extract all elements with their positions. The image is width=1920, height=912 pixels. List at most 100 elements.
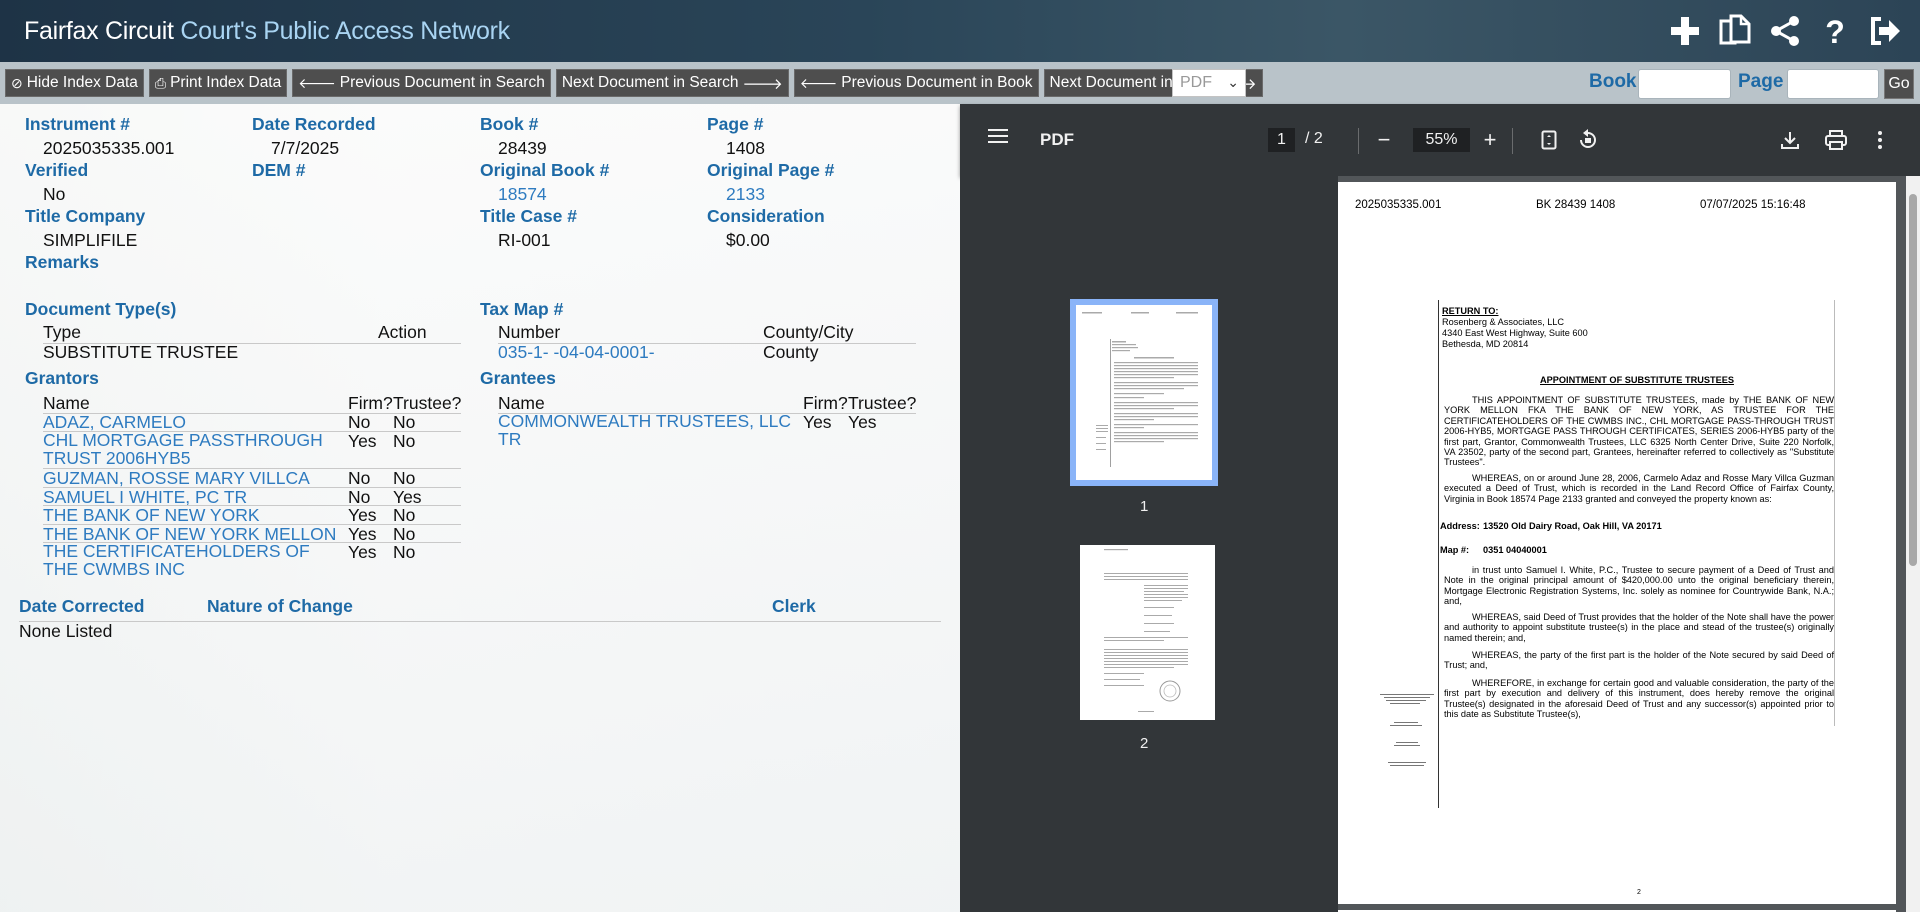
- grantee-trustee: Yes: [848, 412, 877, 432]
- more-options-icon[interactable]: [1866, 126, 1894, 154]
- pdf-scrollbar[interactable]: [1906, 176, 1920, 912]
- book-input[interactable]: [1638, 69, 1731, 99]
- zoom-out-icon[interactable]: −: [1370, 126, 1398, 154]
- pdf-page-area: 2025035335.001 BK 28439 1408 07/07/2025 …: [1338, 176, 1920, 912]
- rotate-icon[interactable]: [1574, 126, 1602, 154]
- grantor-name-link[interactable]: THE BANK OF NEW YORK: [43, 505, 260, 526]
- previous-in-book-button[interactable]: 🡐 Previous Document in Book: [793, 69, 1039, 97]
- book-label: Book: [1589, 71, 1637, 92]
- grantor-trustee: No: [393, 412, 416, 432]
- grantor-firm: No: [348, 468, 371, 488]
- margin-notes: [1380, 694, 1434, 766]
- original-book-label: Original Book #: [480, 160, 610, 180]
- pdf-page: 2025035335.001 BK 28439 1408 07/07/2025 …: [1338, 182, 1896, 904]
- go-button[interactable]: Go: [1884, 69, 1914, 99]
- app-title: Fairfax Circuit Court's Public Access Ne…: [24, 17, 510, 46]
- doc-paragraph: WHEREFORE, in exchange for certain good …: [1444, 678, 1834, 720]
- page-number-input[interactable]: 1: [1268, 128, 1295, 152]
- doc-header-datetime: 07/07/2025 15:16:48: [1700, 199, 1806, 211]
- grantee-firm: Yes: [803, 412, 832, 432]
- page-input[interactable]: [1787, 69, 1879, 99]
- grantee-firm-header: Firm?: [803, 393, 848, 413]
- grantor-trustee-header: Trustee?: [393, 393, 462, 413]
- tax-map-county-header: County/City: [763, 322, 854, 342]
- doc-map-label: Map #:: [1440, 545, 1470, 555]
- page-thumbnail[interactable]: [1080, 545, 1215, 720]
- doc-header-book: BK 28439 1408: [1536, 199, 1616, 211]
- consideration-label: Consideration: [707, 206, 825, 226]
- copy-icon[interactable]: [1712, 8, 1758, 54]
- doc-footer-number: 2: [1637, 889, 1641, 896]
- arrow-right-icon: 🡒: [742, 75, 783, 93]
- doc-return-to: RETURN TO:: [1442, 306, 1499, 316]
- pdf-toolbar: PDF 1 / 2 − 55% +: [960, 104, 1920, 176]
- grantor-firm: Yes: [348, 505, 377, 525]
- menu-icon[interactable]: [988, 128, 1010, 149]
- arrow-left-icon: 🡐: [298, 74, 336, 91]
- verified-value: No: [43, 184, 66, 204]
- download-icon[interactable]: [1776, 126, 1804, 154]
- doc-map: 0351 04040001: [1483, 545, 1547, 555]
- arrow-left-icon: 🡐: [799, 74, 838, 91]
- doc-paragraph: in trust unto Samuel I. White, P.C., Tru…: [1444, 565, 1834, 607]
- book-number-label: Book #: [480, 114, 539, 134]
- verified-label: Verified: [25, 160, 89, 180]
- grantor-trustee: No: [393, 542, 416, 562]
- tax-map-county-value: County: [763, 342, 819, 362]
- next-in-search-button[interactable]: Next Document in Search 🡒: [555, 69, 789, 97]
- grantor-name-link[interactable]: CHL MORTGAGE PASSTHROUGH TRUST 2006HYB5: [43, 431, 343, 467]
- zoom-in-icon[interactable]: +: [1476, 126, 1504, 154]
- grantor-firm: Yes: [348, 431, 377, 451]
- logout-icon[interactable]: [1862, 8, 1908, 54]
- grantees-label: Grantees: [480, 368, 556, 388]
- grantee-name-link[interactable]: COMMONWEALTH TRUSTEES, LLC TR: [498, 412, 798, 448]
- title-case-value: RI-001: [498, 230, 551, 250]
- doc-address-label: Address:: [1440, 521, 1480, 531]
- document-types-label: Document Type(s): [25, 299, 177, 319]
- page-total: / 2: [1305, 130, 1323, 147]
- help-icon[interactable]: ?: [1812, 8, 1858, 54]
- scrollbar-thumb[interactable]: [1909, 194, 1917, 566]
- tax-map-label: Tax Map #: [480, 299, 564, 319]
- grantor-name-link[interactable]: GUZMAN, ROSSE MARY VILLCA: [43, 468, 310, 489]
- doc-paragraph: WHEREAS, said Deed of Trust provides tha…: [1444, 612, 1834, 643]
- remarks-label: Remarks: [25, 252, 99, 272]
- page-number-label: Page #: [707, 114, 764, 134]
- app-title-sub: Court's Public Access Network: [180, 16, 510, 45]
- nature-of-change-header: Nature of Change: [207, 596, 353, 616]
- plus-icon[interactable]: [1662, 8, 1708, 54]
- tax-map-number-header: Number: [498, 322, 561, 342]
- doc-return-line: 4340 East West Highway, Suite 600: [1442, 328, 1588, 338]
- eye-slash-icon: ⊘: [11, 74, 23, 91]
- page-thumbnail[interactable]: [1070, 299, 1218, 486]
- fit-page-icon[interactable]: [1535, 126, 1563, 154]
- page-label: Page: [1738, 71, 1784, 92]
- format-select[interactable]: PDF ⌄: [1172, 69, 1246, 97]
- clerk-header: Clerk: [772, 596, 816, 616]
- previous-in-search-button[interactable]: 🡐 Previous Document in Search: [292, 69, 551, 97]
- hide-index-button[interactable]: ⊘ Hide Index Data: [5, 69, 144, 97]
- share-icon[interactable]: [1762, 8, 1808, 54]
- tax-map-number-link[interactable]: 035-1- -04-04-0001-: [498, 342, 655, 363]
- thumbnail-label: 2: [1140, 735, 1149, 752]
- grantors-label: Grantors: [25, 368, 99, 388]
- original-page-label: Original Page #: [707, 160, 835, 180]
- print-index-button[interactable]: ⎙ Print Index Data: [148, 69, 288, 97]
- doc-paragraph: THIS APPOINTMENT OF SUBSTITUTE TRUSTEES,…: [1444, 395, 1834, 468]
- doc-paragraph: WHEREAS, the party of the first part is …: [1444, 650, 1834, 671]
- print-icon[interactable]: [1822, 126, 1850, 154]
- thumbnail-label: 1: [1140, 498, 1149, 515]
- app-title-main: Fairfax Circuit: [24, 16, 174, 45]
- zoom-input[interactable]: 55%: [1413, 128, 1470, 152]
- book-number-value: 28439: [498, 138, 547, 158]
- original-book-link[interactable]: 18574: [498, 184, 547, 205]
- doc-action-header: Action: [378, 322, 427, 342]
- grantor-name-link[interactable]: THE CERTIFICATEHOLDERS OF THE CWMBS INC: [43, 542, 343, 578]
- grantee-trustee-header: Trustee?: [848, 393, 917, 413]
- page-number-value: 1408: [726, 138, 765, 158]
- app-header: Fairfax Circuit Court's Public Access Ne…: [0, 0, 1920, 62]
- doc-header-instrument: 2025035335.001: [1355, 199, 1442, 211]
- doc-paragraph: WHEREAS, on or around June 28, 2006, Car…: [1444, 473, 1834, 504]
- consideration-value: $0.00: [726, 230, 770, 250]
- original-page-link[interactable]: 2133: [726, 184, 765, 205]
